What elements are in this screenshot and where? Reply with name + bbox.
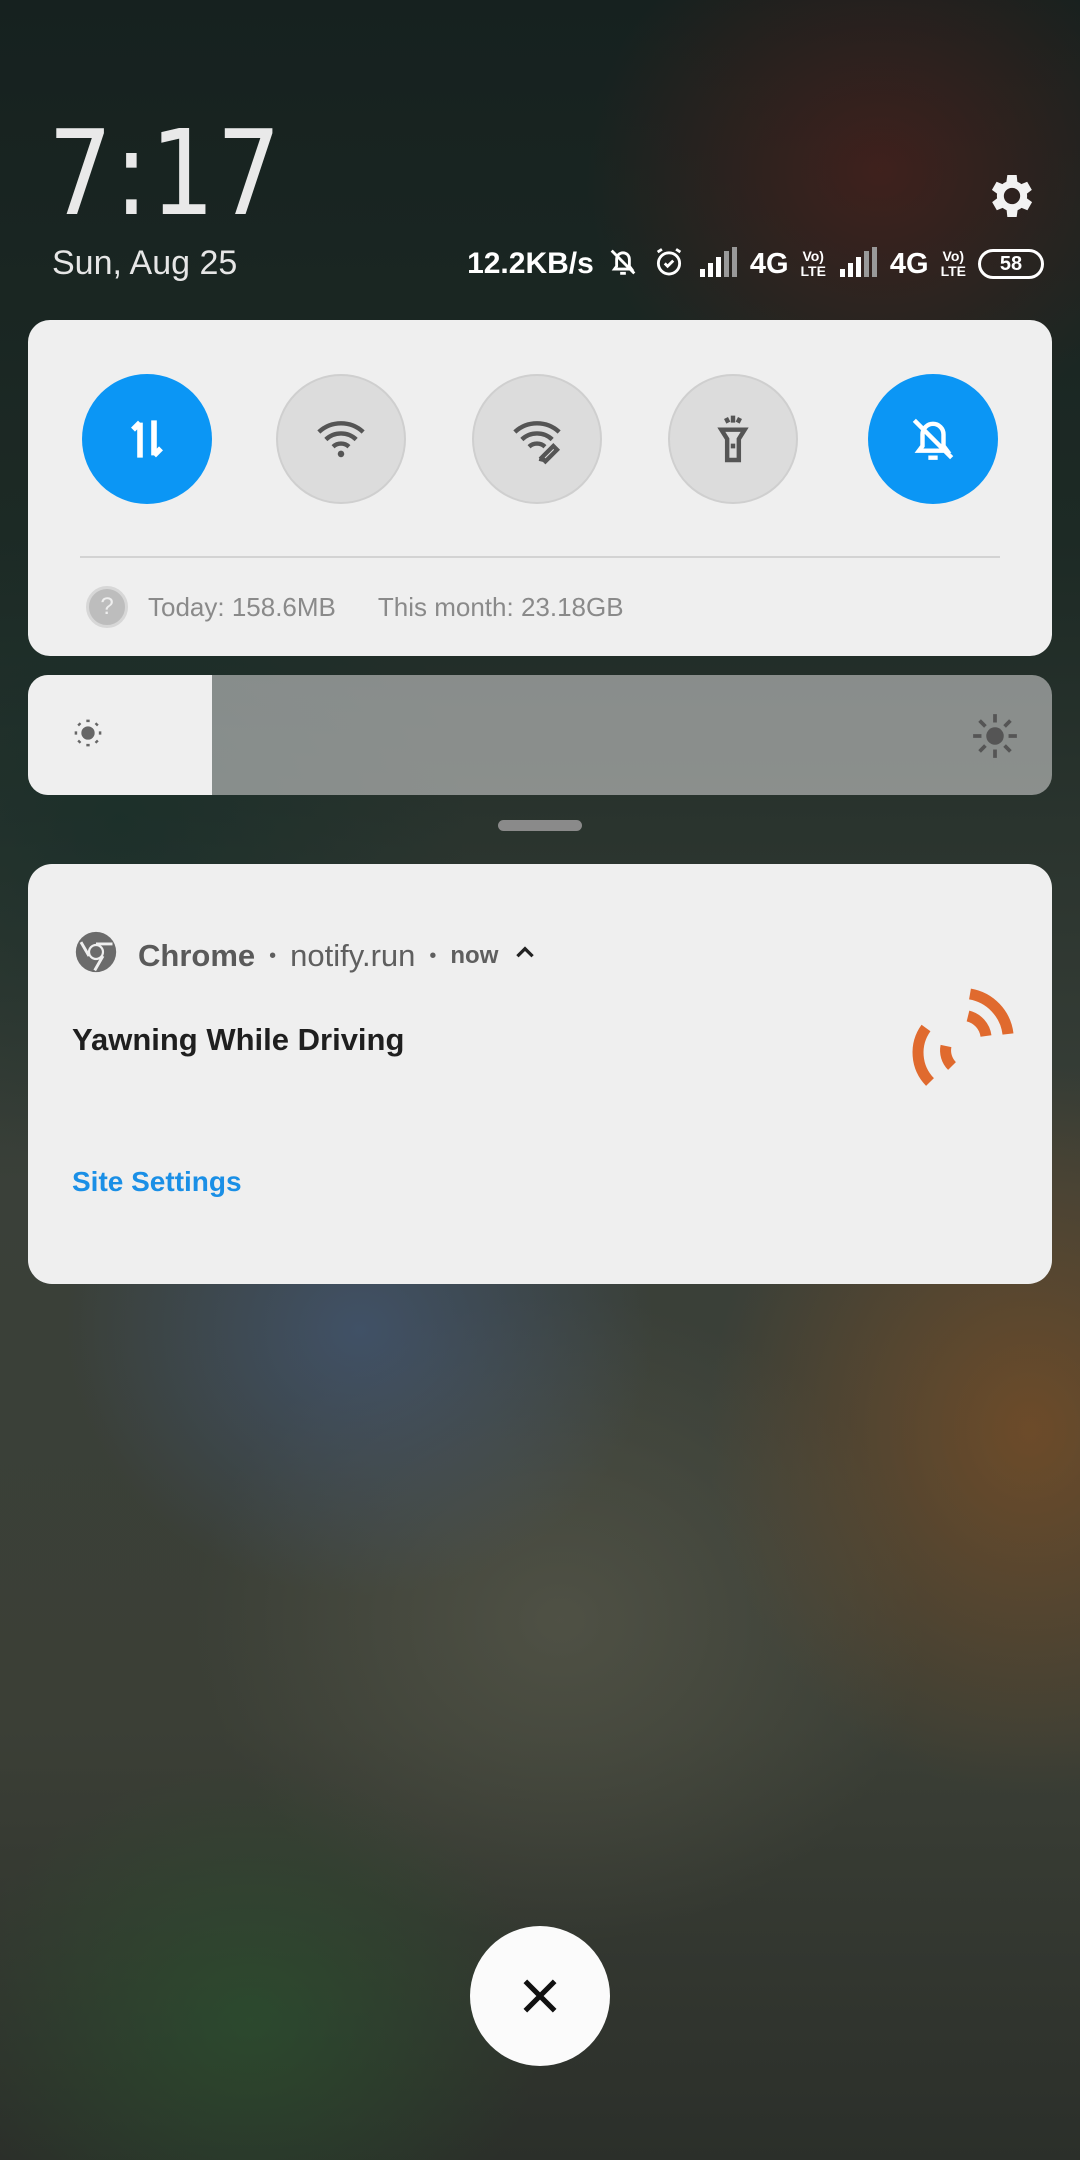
brightness-high-icon: [970, 711, 1020, 766]
chrome-icon: [74, 930, 118, 982]
notification-header: Chrome • notify.run • now: [74, 930, 538, 982]
notification-title: Yawning While Driving: [72, 1022, 405, 1057]
toggle-silent[interactable]: [868, 374, 998, 504]
flashlight-icon: [717, 415, 749, 463]
volte-badge: Vo) LTE: [800, 248, 826, 279]
help-icon[interactable]: ?: [86, 586, 128, 628]
status-bar: 12.2KB/s 4G Vo) LTE 4G Vo) LTE 58: [467, 244, 1044, 284]
data-transfer-icon: [131, 420, 163, 458]
network-type: 4G: [889, 247, 929, 280]
panel-drag-handle[interactable]: [498, 820, 582, 831]
volte-badge: Vo) LTE: [940, 248, 966, 279]
wifi-hotspot-icon: [513, 421, 561, 465]
quick-settings-panel: ? Today: 158.6MB This month: 23.18GB: [28, 320, 1052, 656]
usage-month: This month: 23.18GB: [377, 591, 624, 622]
chevron-up-icon[interactable]: [512, 938, 538, 974]
notification-source: notify.run: [290, 938, 416, 973]
close-icon: [523, 1979, 557, 2013]
data-usage[interactable]: ? Today: 158.6MB This month: 23.18GB: [86, 586, 624, 628]
toggle-hotspot[interactable]: [472, 374, 602, 504]
network-type: 4G: [749, 247, 789, 280]
toggle-wifi[interactable]: [276, 374, 406, 504]
signal-icon: [838, 246, 878, 282]
toggle-flashlight[interactable]: [668, 374, 798, 504]
notification-card[interactable]: Chrome • notify.run • now Yawning While …: [28, 864, 1052, 1284]
mute-bell-icon: [912, 418, 954, 460]
brightness-slider[interactable]: [28, 675, 1052, 795]
wifi-icon: [317, 421, 365, 458]
date: Sun, Aug 25: [52, 244, 238, 282]
clear-notifications-button[interactable]: [470, 1926, 610, 2066]
notification-time: now: [450, 942, 499, 969]
gear-icon[interactable]: [984, 168, 1040, 224]
mute-bell-icon: [606, 245, 640, 284]
battery-indicator: 58: [978, 249, 1044, 279]
brightness-level: [28, 675, 213, 795]
brightness-low-icon: [68, 713, 108, 758]
alarm-icon: [652, 245, 686, 284]
net-speed: 12.2KB/s: [467, 247, 594, 280]
notification-app-name: Chrome: [138, 938, 256, 973]
usage-today: Today: 158.6MB: [148, 591, 336, 622]
signal-icon: [698, 246, 738, 282]
site-settings-button[interactable]: Site Settings: [72, 1166, 242, 1198]
clock: 7:17: [48, 104, 283, 242]
toggle-mobile-data[interactable]: [82, 374, 212, 504]
divider: [80, 556, 1000, 558]
notify-run-logo-icon: [896, 982, 1016, 1102]
